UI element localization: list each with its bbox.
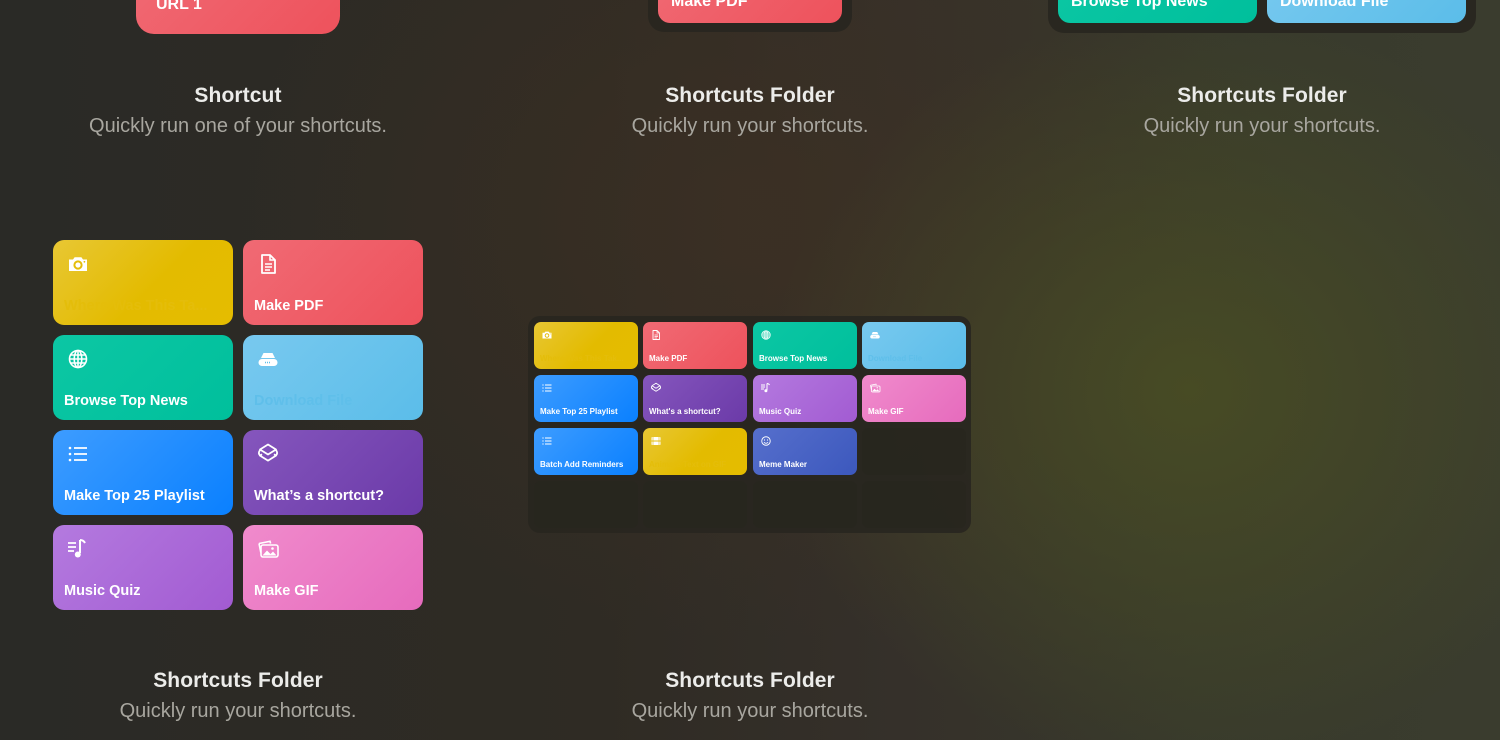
shortcut-tile-make-gif[interactable]: Make GIF [862, 375, 966, 422]
shortcut-label: Music Quiz [759, 407, 802, 416]
shortcut-label: What's a shortcut? [649, 407, 721, 416]
shortcut-tile-meme-maker[interactable]: Meme Maker [753, 428, 857, 475]
empty-slot [753, 481, 857, 528]
list-icon [541, 435, 553, 447]
widget-caption: Shortcuts Folder Quickly run your shortc… [520, 84, 980, 138]
shortcut-label: Browse Top News [64, 393, 188, 409]
shortcut-tile-download-file[interactable]: Download File [862, 322, 966, 369]
shortcut-label: Make PDF [671, 0, 748, 10]
shortcut-tile-make-gif[interactable]: Make GIF [243, 525, 423, 610]
widget-caption: Shortcuts Folder Quickly run your shortc… [520, 669, 980, 723]
empty-slot [534, 481, 638, 528]
empty-slot [643, 481, 747, 528]
shortcut-tile-browse-top-news[interactable]: Browse Top News [1058, 0, 1257, 23]
camera-icon [541, 329, 553, 341]
shortcut-label: Music Quiz [64, 583, 141, 599]
widget-subtitle: Quickly run your shortcuts. [119, 700, 357, 722]
shortcut-tile-make-top-25-playlist[interactable]: Make Top 25 Playlist [534, 375, 638, 422]
shortcut-label: Where Was This Tak... [540, 354, 624, 363]
drive-icon [869, 329, 881, 341]
shortcut-label: Download File [254, 393, 353, 409]
widget-subtitle: Quickly run your shortcuts. [631, 700, 869, 722]
list-icon [66, 442, 90, 466]
drive-icon [256, 347, 280, 371]
shortcut-tile-batch-add-reminders[interactable]: Batch Add Reminders [534, 428, 638, 475]
shortcut-tile-whats-a-shortcut[interactable]: What’s a shortcut? [243, 430, 423, 515]
widget-caption: Shortcuts Folder Quickly run your shortc… [8, 669, 468, 723]
shortcut-tile-music-quiz[interactable]: Music Quiz [53, 525, 233, 610]
shortcut-label: URL 1 [156, 0, 202, 13]
widget-title: Shortcuts Folder [1177, 84, 1347, 107]
shortcut-tile-music-quiz[interactable]: Music Quiz [753, 375, 857, 422]
list-icon [541, 382, 553, 394]
shortcut-tile-url-1[interactable]: URL 1 [136, 0, 340, 34]
photos-icon [869, 382, 881, 394]
widget-title: Shortcut [194, 84, 282, 107]
document-icon [650, 329, 662, 341]
shortcut-tile-make-pdf[interactable]: Make PDF [243, 240, 423, 325]
shortcut-label: Meme Maker [759, 460, 808, 469]
shortcut-label: Make PDF [254, 298, 324, 314]
shortcut-label: Browse Top News [1071, 0, 1208, 10]
shortcut-label: Download File [868, 354, 923, 363]
shortcut-tile-browse-top-news[interactable]: Browse Top News [53, 335, 233, 420]
widget-title: Shortcuts Folder [665, 669, 835, 692]
widget-caption: Shortcut Quickly run one of your shortcu… [8, 84, 468, 138]
shortcut-label: Where Was This Ta... [64, 298, 208, 314]
shortcuts-icon [256, 442, 280, 466]
shortcut-tile-download-file[interactable]: Download File [1267, 0, 1466, 23]
document-icon [256, 252, 280, 276]
smiley-icon [760, 435, 772, 447]
empty-slot [862, 428, 966, 475]
widget-title: Shortcuts Folder [665, 84, 835, 107]
shortcut-label: Make GIF [868, 407, 904, 416]
shortcut-label: Animate Text on GIF [649, 460, 727, 469]
music-list-icon [66, 537, 90, 561]
shortcut-tile-download-file[interactable]: Download File [243, 335, 423, 420]
shortcut-label: What’s a shortcut? [254, 488, 384, 504]
widget-subtitle: Quickly run your shortcuts. [1143, 115, 1381, 137]
shortcut-label: Browse Top News [759, 354, 828, 363]
shortcut-label: Make Top 25 Playlist [540, 407, 618, 416]
shortcut-label: Download File [1280, 0, 1389, 10]
shortcut-tile-make-pdf[interactable]: Make PDF [658, 0, 842, 23]
globe-icon [760, 329, 772, 341]
shortcut-tile-make-top-25-playlist[interactable]: Make Top 25 Playlist [53, 430, 233, 515]
widget-title: Shortcuts Folder [153, 669, 323, 692]
widget-subtitle: Quickly run your shortcuts. [631, 115, 869, 137]
shortcut-tile-make-pdf[interactable]: Make PDF [643, 322, 747, 369]
photos-icon [256, 537, 280, 561]
globe-icon [66, 347, 90, 371]
shortcut-label: Make Top 25 Playlist [64, 488, 205, 504]
camera-icon [66, 252, 90, 276]
widget-subtitle: Quickly run one of your shortcuts. [89, 115, 387, 137]
shortcuts-icon [650, 382, 662, 394]
music-list-icon [760, 382, 772, 394]
shortcut-tile-where-was-this-taken[interactable]: Where Was This Tak... [534, 322, 638, 369]
widget-caption: Shortcuts Folder Quickly run your shortc… [1032, 84, 1492, 138]
shortcut-label: Batch Add Reminders [540, 460, 624, 469]
shortcut-label: Make PDF [649, 354, 688, 363]
shortcut-tile-browse-top-news[interactable]: Browse Top News [753, 322, 857, 369]
shortcut-tile-animate-text-on-gif[interactable]: Animate Text on GIF [643, 428, 747, 475]
empty-slot [862, 481, 966, 528]
film-icon [650, 435, 662, 447]
shortcut-tile-whats-a-shortcut[interactable]: What's a shortcut? [643, 375, 747, 422]
shortcut-tile-where-was-this-taken[interactable]: Where Was This Ta... [53, 240, 233, 325]
shortcut-label: Make GIF [254, 583, 319, 599]
